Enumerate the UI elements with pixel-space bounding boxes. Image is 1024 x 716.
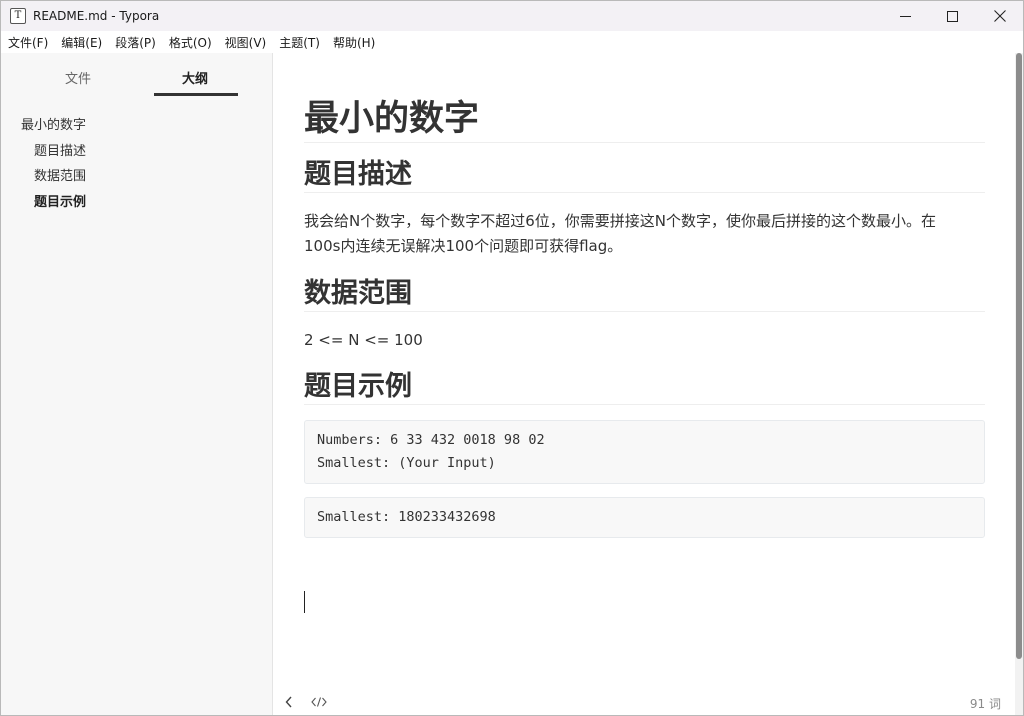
tab-outline[interactable]: 大纲 xyxy=(182,68,208,87)
heading-description[interactable]: 题目描述 xyxy=(304,158,985,193)
sidebar-tabs: 文件 大纲 xyxy=(1,53,272,99)
typora-window: T README.md - Typora 文件(F) 编辑(E) 段落(P) 格… xyxy=(0,0,1024,716)
code-block-output[interactable]: Smallest: 180233432698 xyxy=(304,497,985,538)
code-block-input[interactable]: Numbers: 6 33 432 0018 98 02 Smallest: (… xyxy=(304,420,985,484)
heading-data-range[interactable]: 数据范围 xyxy=(304,277,985,312)
text-cursor xyxy=(304,591,305,613)
description-line-1: 我会给N个数字，每个数字不超过6位，你需要拼接这N个数字，使你最后拼接的这个数最… xyxy=(304,212,936,230)
tab-files[interactable]: 文件 xyxy=(65,68,91,87)
data-range-paragraph[interactable]: 2 <= N <= 100 xyxy=(304,328,985,353)
title-bar[interactable]: T README.md - Typora xyxy=(1,1,1023,31)
close-button[interactable] xyxy=(976,1,1023,31)
chevron-left-icon[interactable] xyxy=(285,696,293,708)
maximize-icon xyxy=(947,10,958,22)
sidebar: 文件 大纲 最小的数字 题目描述 数据范围 题目示例 xyxy=(1,53,273,715)
menu-format[interactable]: 格式(O) xyxy=(162,34,218,51)
window-controls xyxy=(882,1,1023,31)
menu-paragraph[interactable]: 段落(P) xyxy=(108,34,162,51)
outline-item-description[interactable]: 题目描述 xyxy=(1,139,272,165)
active-tab-indicator xyxy=(154,93,238,96)
heading-example[interactable]: 题目示例 xyxy=(304,370,985,405)
editor-area[interactable]: 最小的数字 题目描述 我会给N个数字，每个数字不超过6位，你需要拼接这N个数字，… xyxy=(273,53,1015,715)
outline-list: 最小的数字 题目描述 数据范围 题目示例 xyxy=(1,113,272,215)
menu-file[interactable]: 文件(F) xyxy=(1,34,54,51)
code-line: Smallest: 180233432698 xyxy=(317,509,496,525)
menu-view[interactable]: 视图(V) xyxy=(218,34,273,51)
status-bar: 91 词 xyxy=(273,687,1015,715)
description-paragraph[interactable]: 我会给N个数字，每个数字不超过6位，你需要拼接这N个数字，使你最后拼接的这个数最… xyxy=(304,209,985,259)
outline-item-data-range[interactable]: 数据范围 xyxy=(1,164,272,190)
menu-theme[interactable]: 主题(T) xyxy=(272,34,326,51)
close-icon xyxy=(993,10,1006,22)
document-title-heading[interactable]: 最小的数字 xyxy=(304,97,985,143)
minimize-icon xyxy=(900,15,911,17)
word-count[interactable]: 91 词 xyxy=(970,695,1001,712)
window-title: README.md - Typora xyxy=(33,9,160,23)
outline-item-example[interactable]: 题目示例 xyxy=(1,190,272,216)
scroll-thumb[interactable] xyxy=(1016,53,1022,659)
outline-item-title[interactable]: 最小的数字 xyxy=(1,113,272,139)
menu-help[interactable]: 帮助(H) xyxy=(326,34,381,51)
maximize-button[interactable] xyxy=(929,1,976,31)
code-line: Smallest: (Your Input) xyxy=(317,455,496,471)
menu-bar: 文件(F) 编辑(E) 段落(P) 格式(O) 视图(V) 主题(T) 帮助(H… xyxy=(1,31,1023,53)
menu-edit[interactable]: 编辑(E) xyxy=(54,34,108,51)
vertical-scrollbar[interactable] xyxy=(1015,53,1023,715)
code-line: Numbers: 6 33 432 0018 98 02 xyxy=(317,432,545,448)
description-line-2: 100s内连续无误解决100个问题即可获得flag。 xyxy=(304,237,623,255)
source-code-icon[interactable] xyxy=(311,696,327,708)
typora-app-icon: T xyxy=(10,8,26,24)
minimize-button[interactable] xyxy=(882,1,929,31)
